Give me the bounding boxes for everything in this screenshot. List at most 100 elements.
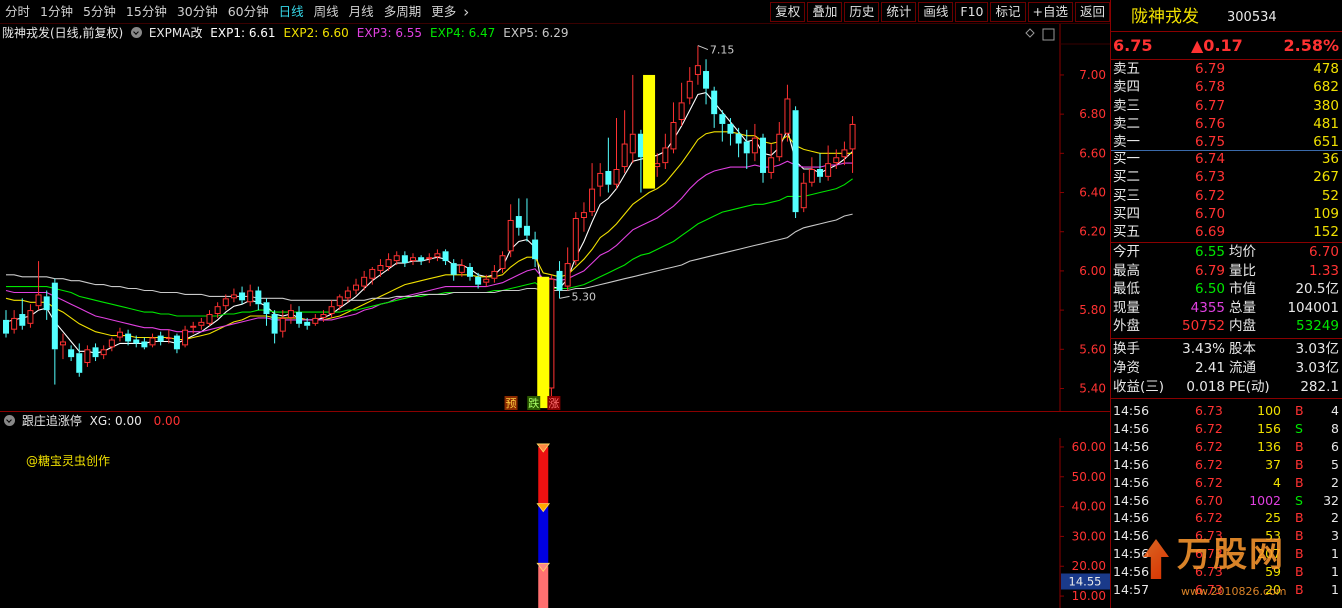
high-label: 7.15 [710,44,735,57]
quote-header: 陇神戎发 300534 [1111,6,1342,30]
toolbar-button-0[interactable]: 复权 [770,2,806,22]
stat-label: 今开 [1113,244,1140,260]
period-tab-0[interactable]: 分时 [0,0,35,24]
toolbar-button-8[interactable]: 返回 [1074,2,1110,22]
candle [841,141,848,166]
stat-value: 6.50 [1194,281,1225,297]
price-tick-label: 7.00 [1079,68,1106,82]
indicator-tick-label: 20.00 [1072,559,1106,573]
tick-time: 14:56 [1113,492,1150,508]
period-tab-6[interactable]: 日线 [274,0,309,24]
toolbar-button-2[interactable]: 历史 [844,2,880,22]
indicator-tick-label: 30.00 [1072,529,1106,543]
low-pointer [559,295,570,299]
stat2-row: 收益(三) 0.018 PE(动) 282.1 [1111,378,1342,397]
candle [727,118,734,146]
stock-code: 300534 [1227,10,1277,25]
period-tab-2[interactable]: 5分钟 [78,0,121,24]
candle [312,314,319,326]
ask-price: 6.77 [1195,97,1226,114]
stat-label: 股本 [1229,341,1256,357]
stat-label: 市值 [1229,281,1256,297]
tick-time: 14:56 [1113,456,1150,472]
tick-side: B [1295,403,1304,418]
candle [410,253,416,266]
candle [637,129,644,193]
last-price: 6.75 [1113,36,1153,55]
ask-label: 卖五 [1113,61,1140,77]
ask-row: 卖四 6.78 682 [1111,78,1342,97]
ask-row: 卖二 6.76 481 [1111,115,1342,134]
indicator-title[interactable]: 跟庄追涨停 [22,414,82,428]
bid-volume: 36 [1321,151,1339,167]
pane-max-icon[interactable] [1042,28,1055,41]
period-tab-4[interactable]: 30分钟 [172,0,223,24]
period-tab-7[interactable]: 周线 [309,0,344,24]
toolbar-button-7[interactable]: +自选 [1027,2,1073,22]
candle [523,198,530,242]
stat-value: 1.33 [1308,262,1339,279]
tick-count: 2 [1331,474,1339,490]
toolbar-button-4[interactable]: 画线 [918,2,954,22]
stat-value: 0.018 [1186,379,1225,395]
stat-label: 最高 [1113,262,1140,279]
toolbar-button-5[interactable]: F10 [955,2,989,22]
period-tab-10[interactable]: 更多 [426,0,461,24]
candle [157,331,164,346]
stat-value: 50752 [1182,318,1225,334]
candle [59,333,66,360]
diamond-icon[interactable] [1025,28,1035,38]
signal-label: 预 [506,397,517,410]
bid-price: 6.70 [1195,205,1226,222]
tick-price: 6.72 [1195,474,1223,490]
tick-price: 6.72 [1195,456,1223,472]
period-tab-1[interactable]: 1分钟 [35,0,78,24]
indicator-chart[interactable]: 60.00 50.00 40.00 30.00 20.00 10.00 @糖宝灵虫创作 14.… [0,438,1110,608]
toolbar-button-3[interactable]: 统计 [881,2,917,22]
tick-count: 5 [1331,456,1339,472]
toolbar-button-1[interactable]: 叠加 [807,2,843,22]
price-tick-label: 6.20 [1079,225,1106,239]
bid-row: 买五 6.69 152 [1111,223,1342,242]
tick-row: 14:56 6.72 37 B 5 [1111,455,1342,474]
stat-value: 282.1 [1300,379,1339,395]
expma-line-exp2 [5,131,853,341]
candlestick-chart[interactable]: 7.00 6.80 6.60 6.40 6.20 6.00 5.80 5.60 5.40 7.15… [0,24,1110,412]
tool-buttons: 复权 叠加 历史 统计 画线 F10 标记 +自选 返回 [768,2,1110,22]
more-arrow-icon[interactable]: › [461,0,471,24]
stat-value: 6.79 [1194,262,1225,279]
tick-time: 14:56 [1113,438,1150,454]
candle [271,310,278,344]
period-tab-8[interactable]: 月线 [344,0,379,24]
candle [711,86,718,128]
candle [11,310,18,334]
candle [670,102,677,154]
bid-volume: 152 [1313,224,1339,241]
toolbar-button-6[interactable]: 标记 [990,2,1026,22]
period-tab-9[interactable]: 多周期 [379,0,427,24]
ask-price: 6.79 [1195,61,1226,77]
candle [556,261,563,299]
indicator-segment [538,566,549,608]
price-tick-label: 6.60 [1079,146,1106,160]
indicator-menu-icon-2[interactable] [4,415,15,426]
candle [515,198,522,236]
bid-price: 6.72 [1195,187,1226,204]
watermark-text: 万股网 [1177,535,1285,575]
period-tabs: 分时 1分钟 5分钟 15分钟 30分钟 60分钟 日线 周线 月线 多周期 更多 › [0,0,471,24]
candle [808,157,815,187]
tick-volume: 4 [1273,474,1281,490]
bid-row: 买二 6.73 267 [1111,168,1342,187]
candle [27,304,34,328]
candle [296,306,303,328]
candle [760,133,767,183]
ask-row: 卖五 6.79 478 [1111,60,1342,79]
indicator-header: 跟庄追涨停 XG: 0.00 0.00 [0,412,1060,430]
period-tab-5[interactable]: 60分钟 [223,0,274,24]
tick-count: 2 [1331,510,1339,526]
tick-side: S [1295,420,1303,436]
candle [703,59,710,105]
candle [719,110,726,142]
bid-label: 买四 [1113,205,1140,222]
period-tab-3[interactable]: 15分钟 [121,0,172,24]
